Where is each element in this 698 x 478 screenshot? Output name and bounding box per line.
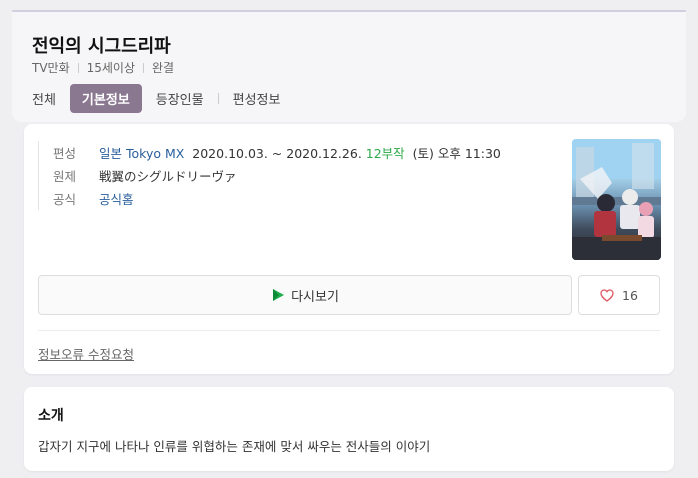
broadcast-channel-link[interactable]: Tokyo MX bbox=[126, 146, 184, 161]
tab-schedule[interactable]: 편성정보 bbox=[233, 84, 281, 113]
info-row-official: 공식 공식홈 bbox=[53, 187, 501, 210]
broadcast-time: (토) 오후 11:30 bbox=[412, 146, 501, 161]
broadcast-period: 2020.10.03. ~ 2020.12.26. bbox=[192, 146, 362, 161]
intro-text: 갑자기 지구에 나타나 인류를 위협하는 존재에 맞서 싸우는 전사들의 이야기 bbox=[38, 439, 431, 454]
rewatch-button[interactable]: 다시보기 bbox=[38, 275, 572, 315]
page-title: 전익의 시그드리파 bbox=[32, 36, 171, 57]
broadcast-episodes: 12부작 bbox=[365, 146, 405, 161]
broadcast-label: 편성 bbox=[53, 146, 77, 161]
meta-info: TV만화 15세이상 완결 bbox=[32, 59, 174, 76]
report-error-link[interactable]: 정보오류 수정요청 bbox=[38, 344, 134, 363]
like-button[interactable]: 16 bbox=[578, 275, 660, 315]
intro-heading: 소개 bbox=[38, 408, 64, 424]
official-label: 공식 bbox=[53, 192, 77, 207]
heart-icon bbox=[600, 288, 614, 302]
tab-all[interactable]: 전체 bbox=[32, 84, 56, 113]
meta-divider bbox=[143, 62, 145, 73]
meta-divider bbox=[77, 62, 79, 73]
original-title-value: 戦翼のシグルドリーヴァ bbox=[99, 169, 237, 184]
meta-status: 완결 bbox=[152, 61, 175, 75]
info-list: 편성 일본 Tokyo MX 2020.10.03. ~ 2020.12.26.… bbox=[38, 141, 501, 210]
tab-characters[interactable]: 등장인물 bbox=[156, 84, 204, 113]
poster-image[interactable] bbox=[572, 139, 661, 260]
tab-bar: 전체 기본정보 등장인물 편성정보 bbox=[32, 84, 294, 113]
tab-basic-info[interactable]: 기본정보 bbox=[69, 84, 142, 113]
like-count: 16 bbox=[622, 287, 638, 303]
play-icon bbox=[271, 288, 285, 302]
intro-card bbox=[24, 387, 674, 471]
official-homepage-link[interactable]: 공식홈 bbox=[99, 189, 134, 208]
broadcast-value: 일본 Tokyo MX 2020.10.03. ~ 2020.12.26. 12… bbox=[99, 143, 501, 162]
meta-genre: TV만화 bbox=[32, 61, 70, 75]
rewatch-label: 다시보기 bbox=[291, 289, 339, 305]
info-row-original-title: 원제 戦翼のシグルドリーヴァ bbox=[53, 164, 501, 187]
broadcast-country-link[interactable]: 일본 bbox=[99, 146, 122, 161]
original-title-label: 원제 bbox=[53, 169, 77, 184]
poster-art bbox=[572, 139, 661, 260]
info-row-broadcast: 편성 일본 Tokyo MX 2020.10.03. ~ 2020.12.26.… bbox=[53, 141, 501, 164]
divider bbox=[38, 330, 660, 331]
tab-divider bbox=[217, 93, 219, 104]
meta-rating: 15세이상 bbox=[86, 61, 136, 75]
